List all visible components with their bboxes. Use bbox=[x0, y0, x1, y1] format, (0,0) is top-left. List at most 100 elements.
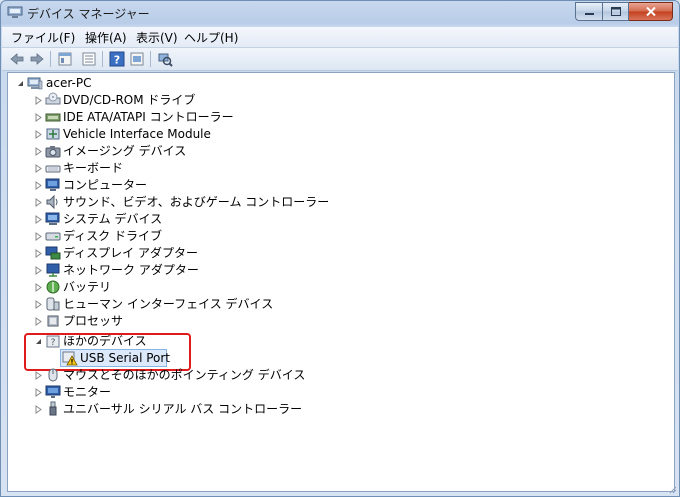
expand-arrow-icon[interactable] bbox=[34, 198, 43, 207]
ide-controller-icon bbox=[45, 113, 61, 122]
tree-item[interactable]: サウンド、ビデオ、およびゲーム コントローラー bbox=[8, 194, 329, 211]
expand-arrow-icon[interactable] bbox=[34, 300, 43, 309]
tree-item[interactable]: マウスとそのほかのポインティング デバイス bbox=[8, 367, 308, 384]
tree-item[interactable]: システム デバイス bbox=[8, 211, 308, 228]
menu-help[interactable]: ヘルプ(H) bbox=[184, 29, 238, 46]
tree-item[interactable]: モニター bbox=[8, 384, 308, 401]
tree-item-label: マウスとそのほかのポインティング デバイス bbox=[63, 368, 306, 382]
svg-text:?: ? bbox=[114, 54, 120, 67]
tree-item[interactable]: イメージング デバイス bbox=[8, 143, 308, 160]
keyboard-icon bbox=[45, 165, 61, 173]
minimize-button[interactable] bbox=[575, 2, 603, 21]
tree-item[interactable]: プロセッサ bbox=[8, 313, 308, 330]
properties-icon[interactable] bbox=[57, 51, 73, 67]
computer-root-icon bbox=[27, 77, 43, 90]
close-button[interactable] bbox=[629, 2, 673, 21]
tree-item-usb-serial-port[interactable]: USB Serial Port bbox=[8, 350, 308, 367]
tree-item-label: IDE ATA/ATAPI コントローラー bbox=[63, 110, 234, 124]
dvd-drive-icon bbox=[45, 92, 61, 105]
menu-view[interactable]: 表示(V) bbox=[136, 29, 178, 46]
system-device-icon bbox=[45, 212, 60, 225]
tree-item-label: ディスプレイ アダプター bbox=[63, 246, 198, 260]
tree-item[interactable]: ネットワーク アダプター bbox=[8, 262, 308, 279]
tree-item-label: USB Serial Port bbox=[80, 351, 171, 365]
back-arrow-icon[interactable] bbox=[9, 51, 25, 67]
toolbar-separator bbox=[50, 51, 51, 67]
collapse-arrow-icon[interactable] bbox=[34, 337, 43, 346]
battery-icon bbox=[46, 280, 60, 294]
tree-item-label: プロセッサ bbox=[63, 314, 124, 328]
help-icon[interactable]: ? bbox=[109, 51, 125, 67]
collapse-arrow-icon[interactable] bbox=[16, 79, 25, 88]
hid-icon bbox=[46, 297, 60, 311]
tree-item-label: ユニバーサル シリアル バス コントローラー bbox=[63, 402, 303, 416]
expand-arrow-icon[interactable] bbox=[34, 249, 43, 258]
view-icon[interactable] bbox=[129, 51, 145, 67]
tree-item[interactable]: ヒューマン インターフェイス デバイス bbox=[8, 296, 308, 313]
device-tree[interactable]: acer-PC DVD/CD-ROM ドライブ IDE ATA/ATAPI コン… bbox=[7, 72, 675, 492]
scan-hardware-icon[interactable] bbox=[157, 51, 173, 67]
tree-item-label: ほかのデバイス bbox=[63, 334, 147, 348]
tree-item[interactable]: バッテリ bbox=[8, 279, 308, 296]
monitor-icon bbox=[45, 385, 61, 398]
tree-item[interactable]: ディスク ドライブ bbox=[8, 228, 308, 245]
window-title: デバイス マネージャー bbox=[27, 7, 150, 21]
expand-arrow-icon[interactable] bbox=[34, 283, 43, 292]
expand-arrow-icon[interactable] bbox=[34, 388, 43, 397]
camera-icon bbox=[45, 146, 61, 158]
close-icon bbox=[645, 7, 656, 16]
other-devices-icon: ? bbox=[46, 335, 60, 348]
maximize-icon bbox=[610, 7, 621, 16]
expand-arrow-icon[interactable] bbox=[34, 266, 43, 275]
tree-item-label: システム デバイス bbox=[63, 212, 163, 226]
expand-arrow-icon[interactable] bbox=[34, 164, 43, 173]
expand-arrow-icon[interactable] bbox=[34, 317, 43, 326]
expand-arrow-icon[interactable] bbox=[34, 232, 43, 241]
tree-item[interactable]: ユニバーサル シリアル バス コントローラー bbox=[8, 401, 308, 418]
device-list-icon[interactable] bbox=[81, 51, 97, 67]
mouse-icon bbox=[48, 368, 58, 382]
tree-item[interactable]: キーボード bbox=[8, 160, 308, 177]
tree-item-label: コンピューター bbox=[63, 178, 148, 192]
maximize-button[interactable] bbox=[603, 2, 629, 21]
warning-device-icon bbox=[62, 351, 78, 366]
expand-arrow-icon[interactable] bbox=[34, 371, 43, 380]
expand-arrow-icon[interactable] bbox=[34, 130, 43, 139]
tree-item-label: キーボード bbox=[63, 161, 124, 175]
usb-icon bbox=[49, 401, 57, 416]
tree-item-label: モニター bbox=[63, 385, 112, 399]
tree-root-label: acer-PC bbox=[46, 76, 92, 90]
device-manager-window: デバイス マネージャー ファイル(F) 操作(A) 表示(V) ヘルプ(H) ?… bbox=[0, 0, 680, 497]
tree-item-label: バッテリ bbox=[63, 280, 112, 294]
expand-arrow-icon[interactable] bbox=[34, 113, 43, 122]
tree-root[interactable]: acer-PC bbox=[8, 75, 208, 92]
expand-arrow-icon[interactable] bbox=[34, 181, 43, 190]
tree-item-label: ディスク ドライブ bbox=[63, 229, 162, 243]
tree-item-label: サウンド、ビデオ、およびゲーム コントローラー bbox=[63, 195, 330, 209]
menu-action[interactable]: 操作(A) bbox=[85, 29, 127, 46]
tree-item[interactable]: DVD/CD-ROM ドライブ bbox=[8, 92, 308, 109]
forward-arrow-icon[interactable] bbox=[29, 51, 45, 67]
expand-arrow-icon[interactable] bbox=[34, 96, 43, 105]
computer-icon bbox=[45, 178, 60, 191]
expand-arrow-icon[interactable] bbox=[34, 405, 43, 414]
caption-buttons bbox=[575, 2, 673, 21]
resize-grip-icon[interactable] bbox=[667, 484, 677, 494]
network-adapter-icon bbox=[46, 263, 60, 277]
expand-arrow-icon[interactable] bbox=[34, 147, 43, 156]
device-manager-icon bbox=[7, 6, 23, 18]
title-bar[interactable]: デバイス マネージャー bbox=[1, 1, 679, 25]
tree-item[interactable]: IDE ATA/ATAPI コントローラー bbox=[8, 109, 308, 126]
expand-arrow-icon[interactable] bbox=[34, 215, 43, 224]
tree-item[interactable]: コンピューター bbox=[8, 177, 308, 194]
tree-item-label: Vehicle Interface Module bbox=[63, 127, 211, 141]
svg-text:?: ? bbox=[51, 338, 56, 348]
speaker-icon bbox=[46, 194, 58, 210]
tree-item[interactable]: Vehicle Interface Module bbox=[8, 126, 308, 143]
minimize-icon bbox=[584, 13, 594, 15]
menu-file[interactable]: ファイル(F) bbox=[11, 29, 75, 46]
tree-item-label: ヒューマン インターフェイス デバイス bbox=[63, 297, 274, 311]
tree-item-other-devices[interactable]: ? ほかのデバイス bbox=[8, 333, 308, 350]
tree-item-label: イメージング デバイス bbox=[63, 144, 187, 158]
tree-item[interactable]: ディスプレイ アダプター bbox=[8, 245, 308, 262]
